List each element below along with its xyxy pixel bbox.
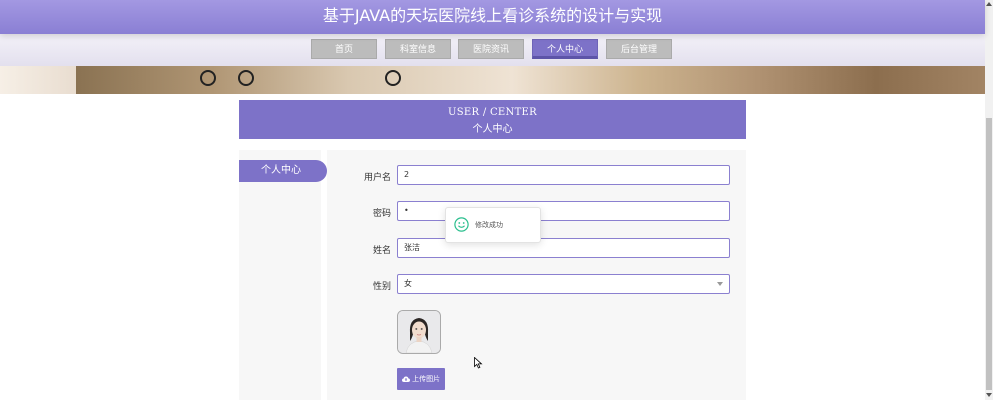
username-input[interactable]: 2 xyxy=(397,165,730,185)
gender-label: 性别 xyxy=(372,282,391,292)
nav-personal-center[interactable]: 个人中心 xyxy=(532,39,598,59)
nav-home[interactable]: 首页 xyxy=(311,39,377,59)
nav-admin[interactable]: 后台管理 xyxy=(606,39,672,59)
banner-image xyxy=(0,66,985,94)
upload-image-button[interactable]: 上传图片 xyxy=(397,368,445,390)
site-title: 基于JAVA的天坛医院线上看诊系统的设计与实现 xyxy=(0,0,985,34)
sidebar xyxy=(239,150,321,400)
gender-select[interactable]: 女 xyxy=(397,274,730,294)
scroll-up-icon[interactable] xyxy=(986,2,992,6)
scroll-down-icon[interactable] xyxy=(986,393,992,397)
main-nav: 首页 科室信息 医院资讯 个人中心 后台管理 xyxy=(0,34,985,66)
section-title-en: USER / CENTER xyxy=(448,107,537,118)
password-label: 密码 xyxy=(372,209,391,219)
gender-value: 女 xyxy=(404,279,412,288)
section-header: USER / CENTER 个人中心 xyxy=(239,100,746,139)
nav-departments[interactable]: 科室信息 xyxy=(385,39,451,59)
section-title-cn: 个人中心 xyxy=(472,124,513,135)
success-toast: 修改成功 xyxy=(445,207,541,243)
username-label: 用户名 xyxy=(363,173,391,183)
cloud-upload-icon xyxy=(401,376,410,382)
scrollbar-thumb[interactable] xyxy=(986,118,992,390)
avatar xyxy=(397,310,441,354)
upload-image-label: 上传图片 xyxy=(412,375,441,383)
toast-message: 修改成功 xyxy=(475,221,503,229)
sidebar-item-personal-center[interactable]: 个人中心 xyxy=(239,160,327,182)
name-label: 姓名 xyxy=(372,246,391,256)
chevron-down-icon xyxy=(717,282,723,286)
smile-icon xyxy=(454,217,469,232)
nav-hospital-news[interactable]: 医院资讯 xyxy=(458,39,524,59)
mouse-cursor-icon xyxy=(474,357,483,369)
